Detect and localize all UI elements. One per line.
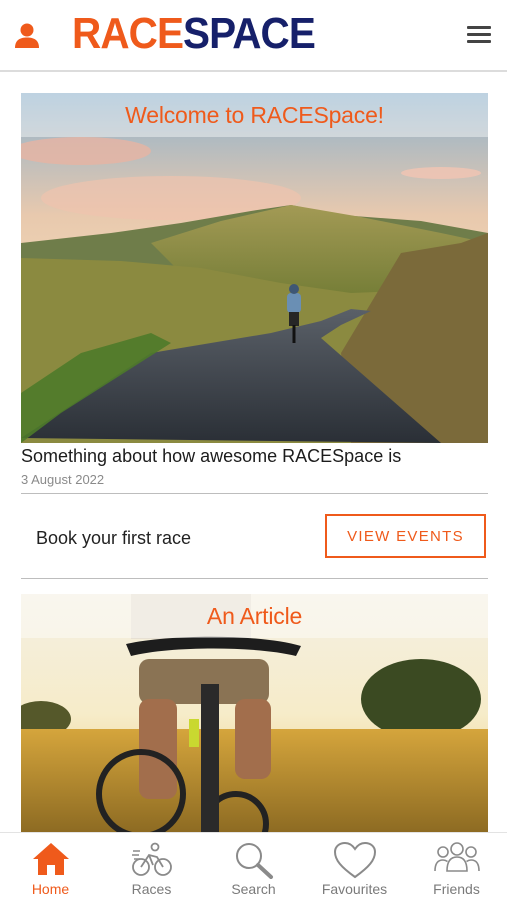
cyclist-icon	[131, 842, 172, 876]
tab-home-label: Home	[31, 881, 70, 897]
hero-photo	[21, 93, 488, 443]
tab-search-label: Search	[231, 881, 276, 897]
tab-search[interactable]: Search	[203, 833, 304, 900]
app-header: RACE SPACE	[0, 0, 507, 72]
view-events-button[interactable]: VIEW EVENTS	[325, 514, 486, 558]
group-icon	[433, 842, 480, 872]
logo-race-text: RACE	[72, 9, 184, 58]
hero-headline[interactable]: Something about how awesome RACESpace is	[21, 446, 401, 467]
hero-date: 3 August 2022	[21, 472, 105, 487]
hamburger-menu-icon	[467, 26, 491, 43]
home-icon	[32, 843, 69, 875]
tab-favourites[interactable]: Favourites	[304, 833, 405, 900]
menu-button[interactable]	[467, 26, 491, 46]
tab-friends[interactable]: Friends	[406, 833, 507, 900]
racespace-logo[interactable]: RACE SPACE	[72, 9, 316, 58]
divider	[21, 578, 488, 579]
feed[interactable]: Welcome to RACESpace! Something about ho…	[0, 74, 507, 832]
hero-banner-title: Welcome to RACESpace!	[125, 101, 384, 128]
article-card-image[interactable]: An Article	[21, 594, 488, 832]
tab-home[interactable]: Home	[0, 833, 101, 900]
logo-space-text: SPACE	[183, 9, 316, 58]
hero-banner: Welcome to RACESpace!	[21, 93, 488, 137]
bottom-tab-bar: Home Races Search Favourites Friends	[0, 832, 507, 900]
article-banner: An Article	[21, 594, 488, 638]
tab-races[interactable]: Races	[101, 833, 202, 900]
article-banner-title: An Article	[206, 602, 303, 629]
profile-button[interactable]	[14, 22, 40, 50]
tab-races-label: Races	[131, 881, 172, 897]
search-icon	[235, 843, 273, 879]
user-icon	[15, 23, 39, 48]
promo-text: Book your first race	[36, 528, 192, 548]
tab-friends-label: Friends	[433, 881, 480, 897]
tab-favourites-label: Favourites	[321, 881, 388, 897]
heart-icon	[333, 841, 376, 879]
hero-card-image[interactable]: Welcome to RACESpace!	[21, 93, 488, 443]
divider	[21, 493, 488, 494]
